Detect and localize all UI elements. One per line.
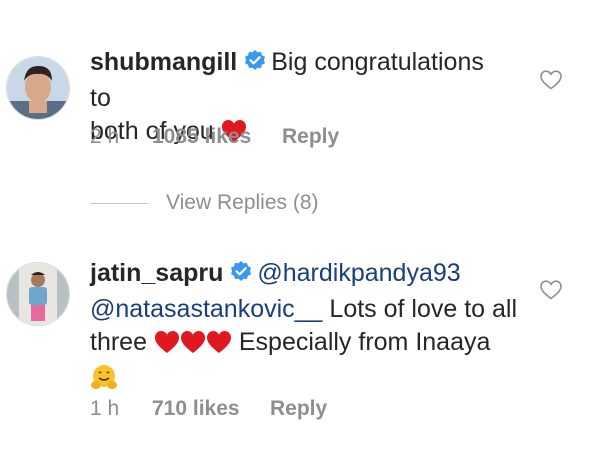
like-heart-icon[interactable] — [540, 280, 562, 300]
comment-meta: 1 h 710 likes Reply — [90, 397, 327, 421]
avatar[interactable] — [6, 56, 70, 120]
avatar[interactable] — [6, 262, 70, 326]
view-replies-label: View Replies (8) — [166, 191, 319, 214]
red-heart-emoji-icon — [154, 330, 180, 363]
comment-body: jatin_sapru @hardikpandya93 @natasastanko… — [90, 257, 520, 400]
red-heart-emoji-icon — [180, 330, 206, 363]
mention-link[interactable]: @hardikpandya93 — [257, 259, 460, 287]
timestamp: 2 h — [90, 125, 120, 148]
verified-badge-icon — [243, 49, 267, 82]
divider-line — [90, 202, 148, 204]
comment-shubmangill: shubmangill Big congratulations to both o… — [0, 0, 600, 170]
reply-button[interactable]: Reply — [270, 397, 327, 421]
user-photo-icon — [7, 57, 69, 119]
likes-count[interactable]: 1085 likes — [152, 125, 282, 149]
timestamp: 1 h — [90, 397, 120, 420]
mention-link[interactable]: @natasastankovic__ — [90, 295, 322, 323]
comment-text: Especially from Inaaya — [231, 328, 491, 356]
view-replies-button[interactable]: View Replies (8) — [90, 191, 319, 215]
comment-text: three — [90, 328, 147, 356]
comment-text: Lots of love to all — [322, 295, 518, 323]
username[interactable]: jatin_sapru — [90, 259, 223, 287]
user-photo-icon — [7, 263, 69, 325]
like-heart-icon[interactable] — [540, 70, 562, 90]
verified-badge-icon — [229, 260, 253, 293]
likes-count[interactable]: 710 likes — [152, 397, 270, 421]
red-heart-emoji-icon — [206, 330, 232, 363]
hugging-face-emoji-icon — [90, 363, 118, 400]
comment-meta: 2 h 1085 likes Reply — [90, 125, 339, 149]
reply-button[interactable]: Reply — [282, 125, 339, 149]
username[interactable]: shubmangill — [90, 48, 237, 76]
comment-jatin-sapru: jatin_sapru @hardikpandya93 @natasastanko… — [0, 240, 600, 450]
